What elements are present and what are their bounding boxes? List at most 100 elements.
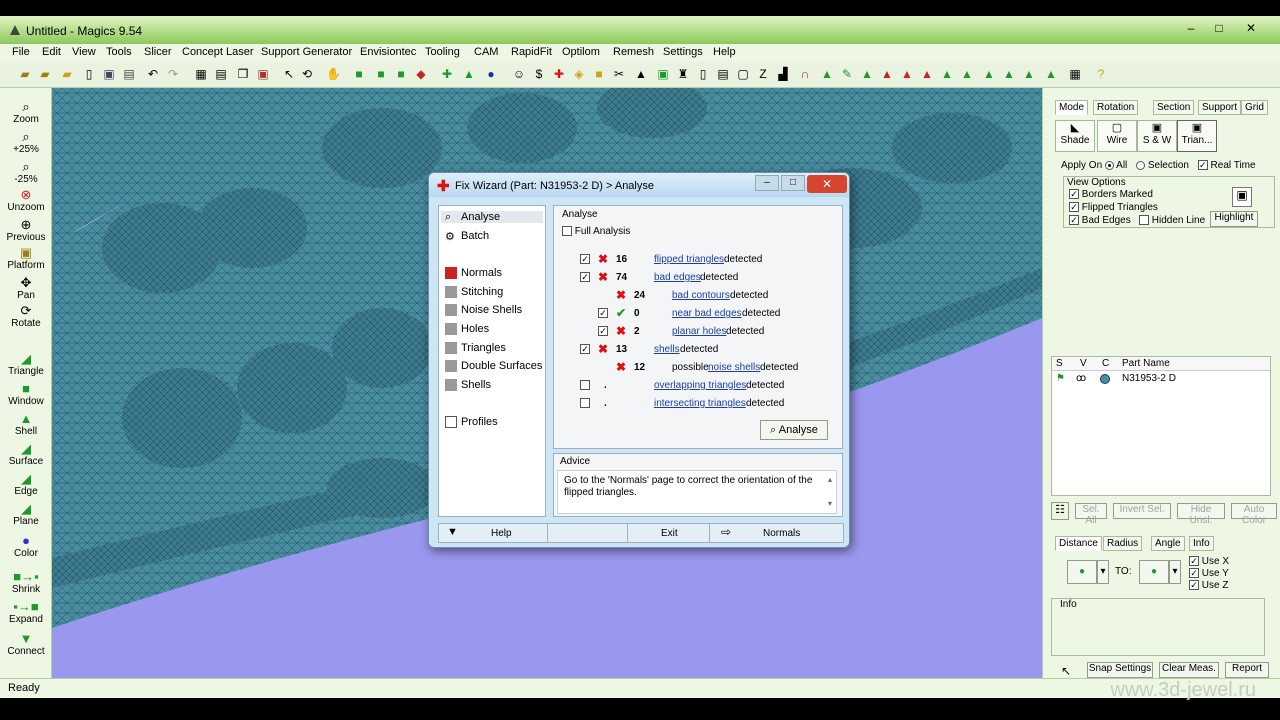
collapse-arrow-icon[interactable]: ▼ <box>447 526 458 538</box>
use-z-checkbox[interactable]: ✓ <box>1189 580 1199 591</box>
green-cube-3-icon[interactable]: ■ <box>394 67 408 81</box>
apply-all-radio[interactable] <box>1104 160 1114 170</box>
near-bad-edges-link[interactable]: near bad edges <box>672 308 742 319</box>
previous-tool[interactable]: ⊕ Previous <box>0 218 52 244</box>
nav-profiles[interactable]: Profiles <box>445 416 498 429</box>
dialog-title-bar[interactable]: ✚ Fix Wizard (Part: N31953-2 D) > Analys… <box>429 173 849 197</box>
tab-rotation[interactable]: Rotation <box>1093 100 1139 115</box>
connect-tool[interactable]: ▼ Connect <box>0 632 52 658</box>
intersecting-triangles-link[interactable]: intersecting triangles <box>654 398 746 409</box>
window-tool[interactable]: ■ Window <box>0 382 52 408</box>
from-dropdown-button[interactable]: ▾ <box>1097 560 1109 584</box>
redo-icon[interactable]: ↷ <box>166 67 180 81</box>
normals-button[interactable]: Normals <box>763 528 800 539</box>
menu-remesh[interactable]: Remesh <box>613 46 654 58</box>
part-row[interactable]: ⚑ ꝏ N31953-2 D <box>1052 372 1270 386</box>
bad-edges-link[interactable]: bad edges <box>654 272 701 283</box>
support-red-icon[interactable]: ▲ <box>880 67 894 81</box>
nav-triangles[interactable]: Triangles <box>445 342 506 355</box>
shells-link[interactable]: shells <box>654 344 680 355</box>
tag-icon[interactable]: ◈ <box>572 67 586 81</box>
zoom-in-tool[interactable]: ⌕ +25% <box>0 130 52 156</box>
dialog-close-button[interactable]: ✕ <box>807 175 847 193</box>
menu-help[interactable]: Help <box>713 46 736 58</box>
tab-support[interactable]: Support <box>1198 100 1242 115</box>
print-icon[interactable]: ▤ <box>122 67 136 81</box>
use-x-checkbox[interactable]: ✓ <box>1189 556 1199 567</box>
highlight-preview-icon[interactable]: ▣ <box>1232 187 1252 207</box>
load-icon[interactable]: ▰ <box>38 67 52 81</box>
mirror-icon[interactable]: ▲ <box>462 67 476 81</box>
flipped-triangles-link[interactable]: flipped triangles <box>654 254 724 265</box>
tab-grid[interactable]: Grid <box>1241 100 1268 115</box>
zoom-out-tool[interactable]: ⌕ -25% <box>0 160 52 186</box>
platform-tool[interactable]: ▣ Platform <box>0 246 52 272</box>
real-time-checkbox[interactable]: ✓ <box>1197 160 1208 171</box>
help-button[interactable]: Help <box>491 528 512 539</box>
cube-outline-icon[interactable]: ▢ <box>736 67 750 81</box>
apply-selection-radio[interactable] <box>1136 160 1146 170</box>
planar-holes-checkbox[interactable]: ✓ <box>598 326 608 336</box>
nav-holes[interactable]: Holes <box>445 323 489 336</box>
exit-button[interactable]: Exit <box>661 528 678 539</box>
menu-view[interactable]: View <box>72 46 96 58</box>
undo-icon[interactable]: ↶ <box>146 67 160 81</box>
menu-support-generator[interactable]: Support Generator <box>261 46 352 58</box>
z-icon[interactable]: Z <box>756 67 770 81</box>
shrink-tool[interactable]: ■→▪ Shrink <box>0 570 52 596</box>
box-green-icon[interactable]: ▣ <box>656 67 670 81</box>
triangle-mode-button[interactable]: ▣ Trian... <box>1177 120 1217 152</box>
cut-icon[interactable]: ✂ <box>612 67 626 81</box>
menu-settings[interactable]: Settings <box>663 46 703 58</box>
edge-tool[interactable]: ◢ Edge <box>0 472 52 498</box>
overlapping-triangles-link[interactable]: overlapping triangles <box>654 380 746 391</box>
parts-list-options-icon[interactable]: ☷ <box>1051 502 1069 520</box>
nav-noise-shells[interactable]: Noise Shells <box>445 304 522 317</box>
full-analysis-checkbox[interactable] <box>562 226 572 237</box>
select-flag-icon[interactable]: ⚑ <box>1056 373 1065 384</box>
save-icon[interactable]: ▣ <box>102 67 116 81</box>
select-box-icon[interactable]: ▦ <box>194 67 208 81</box>
hide-unsl-button[interactable]: Hide Unsl. <box>1177 503 1225 526</box>
brush-icon[interactable]: ✎ <box>840 67 854 81</box>
pan-tool[interactable]: ✥ Pan <box>0 276 52 302</box>
to-dropdown-button[interactable]: ▾ <box>1169 560 1181 584</box>
surface-tool[interactable]: ◢ Surface <box>0 442 52 468</box>
info-icon[interactable]: ● <box>484 67 498 81</box>
open-icon[interactable]: ▰ <box>18 67 32 81</box>
clear-meas-button[interactable]: Clear Meas. <box>1159 662 1219 678</box>
visible-glasses-icon[interactable]: ꝏ <box>1076 373 1086 384</box>
mesh-icon[interactable]: ▲ <box>860 67 874 81</box>
plane-tool[interactable]: ◢ Plane <box>0 502 52 528</box>
dollar-icon[interactable]: $ <box>532 67 546 81</box>
report-button[interactable]: Report <box>1225 662 1269 678</box>
unzoom-tool[interactable]: ⊗ Unzoom <box>0 188 52 214</box>
measure-icon[interactable]: ☺ <box>512 67 526 81</box>
dialog-maximize-button[interactable]: □ <box>781 175 805 191</box>
triangles-icon[interactable]: ▲ <box>634 67 648 81</box>
tab-info[interactable]: Info <box>1189 536 1214 551</box>
dialog-minimize-button[interactable]: – <box>755 175 779 191</box>
nav-double-surfaces[interactable]: Double Surfaces <box>445 360 542 373</box>
close-window-button[interactable]: ✕ <box>1240 20 1262 36</box>
support-green-6-icon[interactable]: ▲ <box>1044 67 1058 81</box>
hidden-line-checkbox[interactable] <box>1139 215 1149 226</box>
intersecting-checkbox[interactable] <box>580 398 590 408</box>
tab-section[interactable]: Section <box>1153 100 1195 115</box>
maximize-button[interactable]: □ <box>1208 20 1230 36</box>
shells-result-checkbox[interactable]: ✓ <box>580 344 590 354</box>
nav-shells[interactable]: Shells <box>445 379 491 392</box>
tab-distance[interactable]: Distance <box>1055 536 1102 551</box>
hand-icon[interactable]: ✋ <box>326 67 341 81</box>
layers-icon[interactable]: ▤ <box>716 67 730 81</box>
bad-edges-checkbox[interactable]: ✓ <box>1069 215 1079 226</box>
menu-slicer[interactable]: Slicer <box>144 46 172 58</box>
tab-angle[interactable]: Angle <box>1151 536 1185 551</box>
shade-mode-button[interactable]: ◣ Shade <box>1055 120 1095 152</box>
shell-tool[interactable]: ▲ Shell <box>0 412 52 438</box>
report-icon[interactable]: ▦ <box>1068 67 1082 81</box>
menu-optilom[interactable]: Optilom <box>562 46 600 58</box>
nav-normals[interactable]: Normals <box>445 267 502 280</box>
support-red-3-icon[interactable]: ▲ <box>920 67 934 81</box>
magnet-icon[interactable]: ∩ <box>798 67 812 81</box>
